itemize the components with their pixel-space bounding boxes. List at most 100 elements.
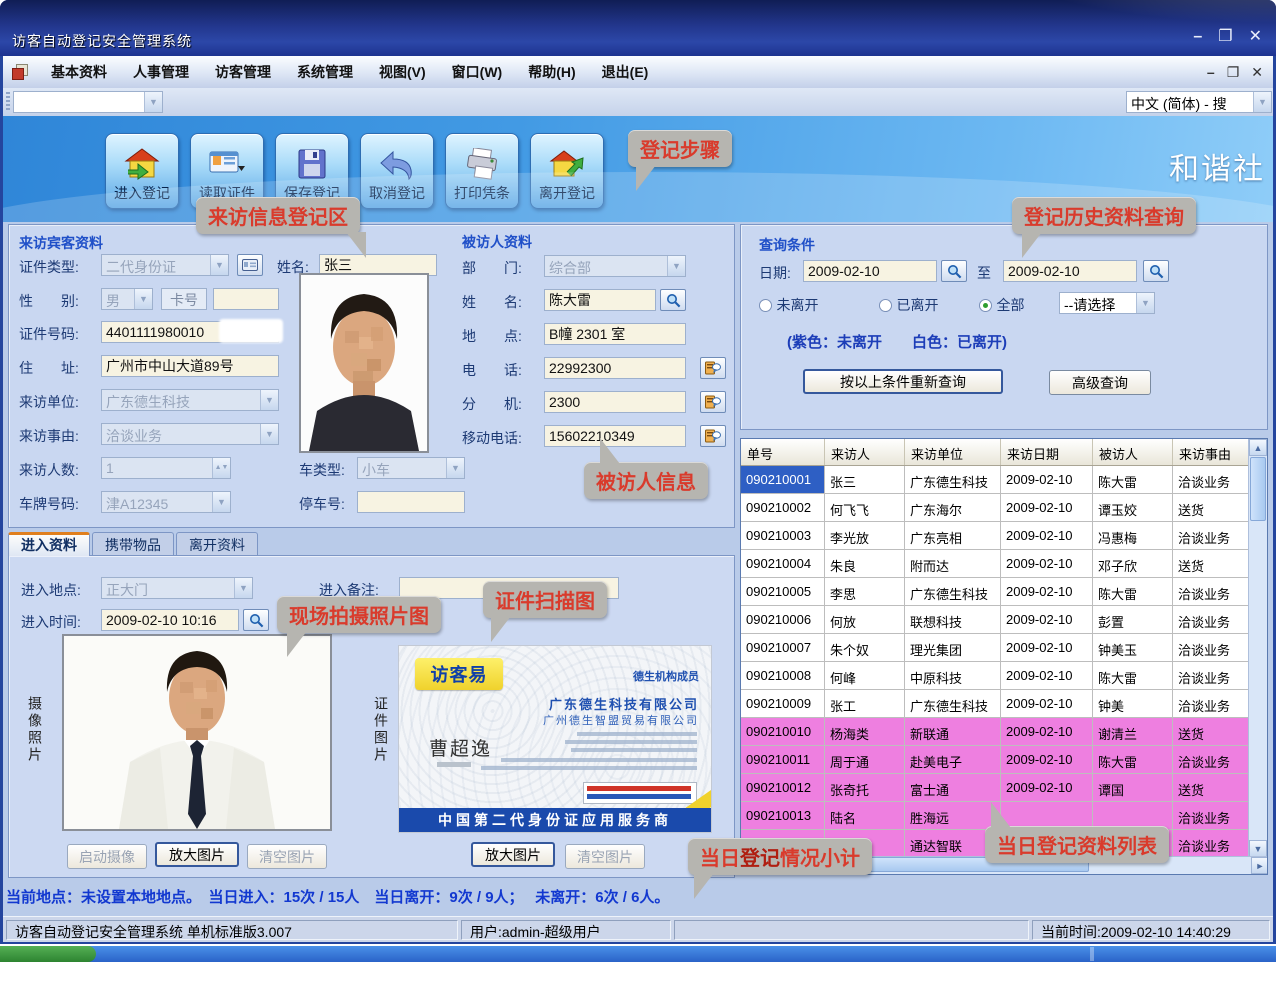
idcard-reader-button[interactable]: [237, 254, 263, 276]
radio-left[interactable]: 已离开: [879, 295, 938, 315]
toolbar-grip[interactable]: [6, 92, 10, 112]
date-from-input[interactable]: [803, 260, 937, 282]
enter-register-button[interactable]: 进入登记: [105, 133, 179, 209]
menu-system[interactable]: 系统管理: [284, 56, 366, 88]
cert-no-label: 证件号码:: [19, 324, 79, 344]
tab-leave-data[interactable]: 离开资料: [176, 532, 258, 556]
search-person-button[interactable]: [660, 289, 686, 311]
enter-time-input[interactable]: [101, 609, 239, 631]
card-no-input[interactable]: [213, 288, 279, 310]
clear-camera-image-button[interactable]: 清空图片: [247, 844, 327, 869]
table-row[interactable]: 090210006何放联想科技2009-02-10彭置洽谈业务: [741, 606, 1267, 634]
close-button[interactable]: ✕: [1249, 28, 1262, 46]
phone-input[interactable]: [544, 357, 686, 379]
table-row[interactable]: 090210003李光放广东亮相2009-02-10冯惠梅洽谈业务: [741, 522, 1267, 550]
menu-visitor[interactable]: 访客管理: [202, 56, 284, 88]
spinner-arrows-icon[interactable]: ▲▼: [212, 458, 230, 478]
table-cell: 广东海尔: [905, 494, 1001, 522]
scrollbar-thumb[interactable]: [1250, 457, 1266, 521]
callout-visited-info: 被访人信息: [584, 462, 708, 499]
location-input[interactable]: [544, 323, 686, 345]
table-row[interactable]: 090210005李思广东德生科技2009-02-10陈大雷洽谈业务: [741, 578, 1267, 606]
col-header-visitor[interactable]: 来访人: [825, 439, 905, 465]
minimize-button[interactable]: –: [1193, 28, 1202, 46]
col-header-visited[interactable]: 被访人: [1093, 439, 1173, 465]
tab-enter-data[interactable]: 进入资料: [8, 532, 90, 556]
os-taskbar[interactable]: [0, 946, 1276, 962]
mdi-minimize-button[interactable]: –: [1207, 64, 1215, 80]
cert-type-combobox[interactable]: 二代身份证 ▼: [101, 254, 229, 276]
scroll-down-icon[interactable]: ▼: [1249, 840, 1267, 857]
dial-ext-button[interactable]: [700, 391, 726, 413]
enter-place-combobox[interactable]: 正大门 ▼: [101, 577, 253, 599]
card-no-button[interactable]: 卡号: [161, 288, 207, 310]
menu-help[interactable]: 帮助(H): [515, 56, 588, 88]
start-button[interactable]: [0, 946, 96, 962]
language-value: 中文 (简体) - 搜: [1127, 92, 1253, 112]
restore-button[interactable]: ❐: [1218, 28, 1232, 46]
table-row[interactable]: 090210001张三广东德生科技2009-02-10陈大雷洽谈业务: [741, 466, 1267, 494]
date-from-picker-button[interactable]: [941, 260, 967, 282]
gender-combobox[interactable]: 男 ▼: [101, 288, 153, 310]
col-header-date[interactable]: 来访日期: [1001, 439, 1093, 465]
col-header-reason[interactable]: 来访事由: [1173, 439, 1249, 465]
zoom-card-image-button[interactable]: 放大图片: [471, 842, 555, 867]
ext-input[interactable]: [544, 391, 686, 413]
language-combobox[interactable]: 中文 (简体) - 搜 ▼: [1126, 91, 1272, 113]
date-to-input[interactable]: [1003, 260, 1137, 282]
visited-name-input[interactable]: [544, 289, 656, 311]
table-row[interactable]: 090210011周于通赴美电子2009-02-10陈大雷洽谈业务: [741, 746, 1267, 774]
time-picker-button[interactable]: [243, 609, 269, 631]
table-cell: 联想科技: [905, 606, 1001, 634]
menu-view[interactable]: 视图(V): [366, 56, 439, 88]
radio-all[interactable]: 全部: [979, 295, 1024, 315]
scroll-up-icon[interactable]: ▲: [1249, 439, 1267, 456]
table-row[interactable]: 090210002何飞飞广东海尔2009-02-10谭玉姣送货: [741, 494, 1267, 522]
count-spinner[interactable]: 1 ▲▼: [101, 457, 231, 479]
tab-carried-items[interactable]: 携带物品: [92, 532, 174, 556]
quick-select-combobox[interactable]: ▼: [13, 91, 163, 113]
enter-place-label: 进入地点:: [21, 580, 81, 600]
plate-combobox[interactable]: 津A12345 ▼: [101, 491, 231, 513]
mdi-close-button[interactable]: ✕: [1251, 64, 1263, 81]
start-camera-button[interactable]: 启动摄像: [67, 844, 147, 869]
col-header-unit[interactable]: 来访单位: [905, 439, 1001, 465]
unit-combobox[interactable]: 广东德生科技 ▼: [101, 389, 279, 411]
menu-hr[interactable]: 人事管理: [120, 56, 202, 88]
table-cell: 理光集团: [905, 634, 1001, 662]
table-row[interactable]: 090210007朱个奴理光集团2009-02-10钟美玉洽谈业务: [741, 634, 1267, 662]
parking-input[interactable]: [357, 491, 465, 513]
address-input[interactable]: [101, 355, 279, 377]
radio-not-left[interactable]: 未离开: [759, 295, 818, 315]
dial-mobile-button[interactable]: [700, 425, 726, 447]
chevron-down-icon[interactable]: ▼: [1253, 92, 1271, 112]
menu-exit[interactable]: 退出(E): [589, 56, 662, 88]
table-row[interactable]: 090210008何峰中原科技2009-02-10陈大雷洽谈业务: [741, 662, 1267, 690]
mdi-restore-button[interactable]: ❐: [1227, 64, 1240, 81]
menu-basic-data[interactable]: 基本资料: [38, 56, 120, 88]
status-select-combobox[interactable]: --请选择 ▼: [1059, 292, 1155, 314]
print-receipt-button[interactable]: 打印凭条: [445, 133, 519, 209]
table-cell: 中原科技: [905, 662, 1001, 690]
requery-button[interactable]: 按以上条件重新查询: [803, 369, 1003, 394]
clear-card-image-button[interactable]: 清空图片: [565, 844, 645, 869]
table-row[interactable]: 090210012张奇托富士通2009-02-10谭国送货: [741, 774, 1267, 802]
leave-register-button[interactable]: 离开登记: [530, 133, 604, 209]
table-row[interactable]: 090210009张工广东德生科技2009-02-10钟美洽谈业务: [741, 690, 1267, 718]
reason-combobox[interactable]: 洽谈业务 ▼: [101, 423, 279, 445]
menu-window[interactable]: 窗口(W): [439, 56, 516, 88]
col-header-id[interactable]: 单号: [741, 439, 825, 465]
zoom-camera-image-button[interactable]: 放大图片: [155, 842, 239, 867]
vehicle-type-combobox[interactable]: 小车 ▼: [357, 457, 465, 479]
scroll-right-icon[interactable]: ►: [1251, 857, 1268, 874]
table-cell: 洽谈业务: [1173, 522, 1249, 550]
table-row[interactable]: 090210010杨海类新联通2009-02-10谢清兰送货: [741, 718, 1267, 746]
chevron-down-icon[interactable]: ▼: [144, 92, 162, 112]
date-to-picker-button[interactable]: [1143, 260, 1169, 282]
table-vertical-scrollbar[interactable]: ▲ ▼: [1248, 439, 1267, 857]
dial-phone-button[interactable]: [700, 357, 726, 379]
dept-combobox[interactable]: 综合部 ▼: [544, 255, 686, 277]
table-row[interactable]: 090210004朱良附而达2009-02-10邓子欣送货: [741, 550, 1267, 578]
cancel-register-button[interactable]: 取消登记: [360, 133, 434, 209]
advanced-query-button[interactable]: 高级查询: [1049, 370, 1151, 395]
